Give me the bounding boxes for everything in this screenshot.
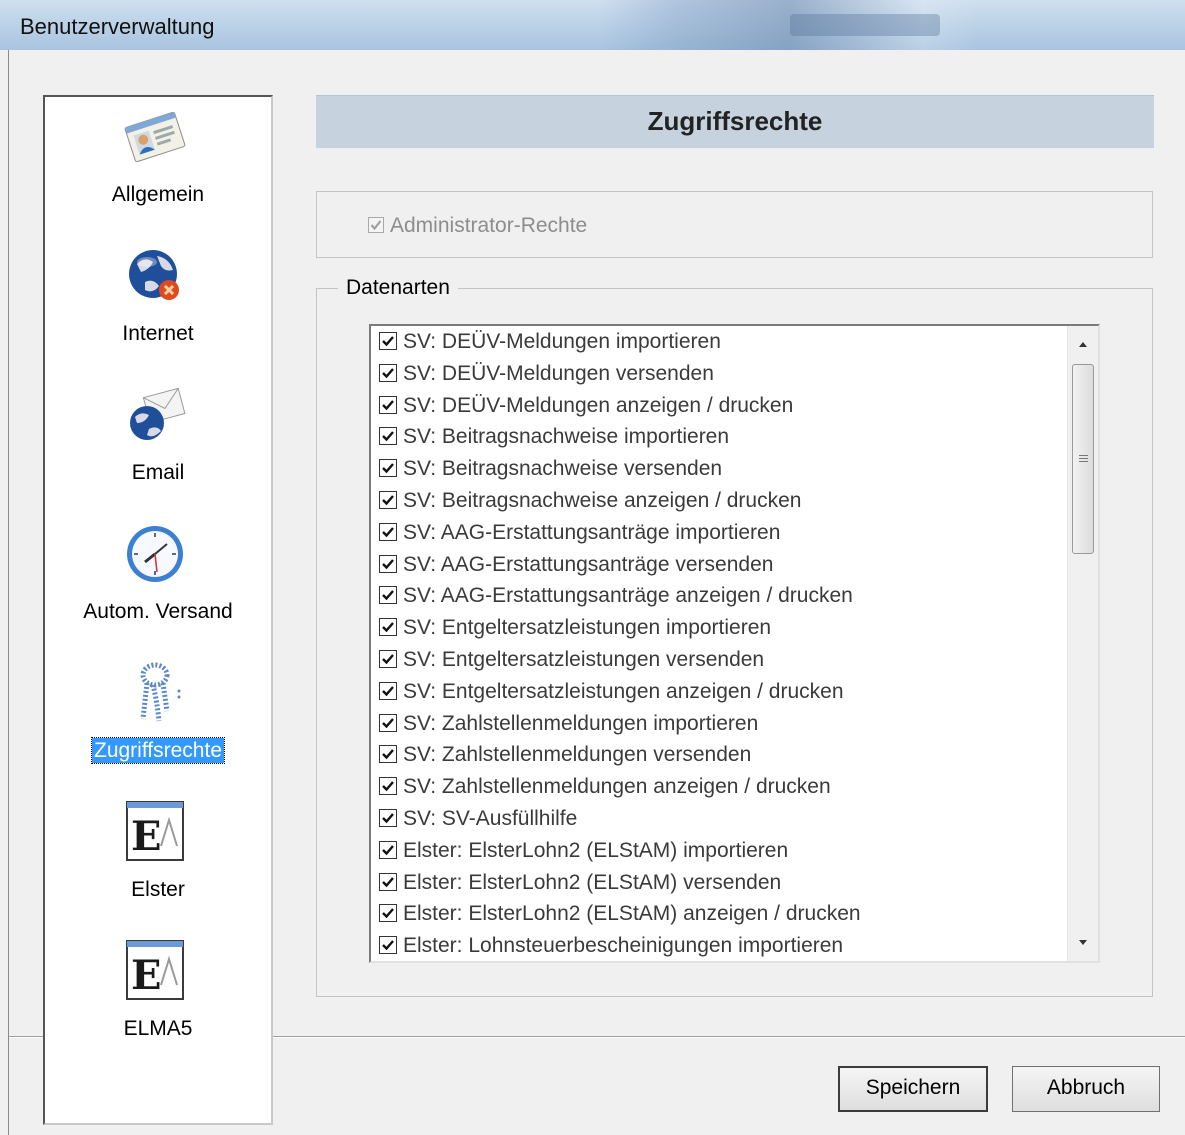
checkbox[interactable]	[379, 681, 397, 700]
checklist-item[interactable]: SV: AAG-Erstattungsanträge importieren	[379, 521, 780, 553]
vertical-scrollbar[interactable]	[1067, 326, 1098, 961]
group-label: Datenarten	[338, 276, 458, 300]
checklist-item[interactable]: Elster: Lohnsteuerbescheinigungen import…	[379, 934, 844, 961]
checkbox[interactable]	[379, 650, 397, 668]
elster-icon: E	[123, 939, 187, 1003]
checkbox[interactable]	[379, 840, 397, 859]
checkbox[interactable]	[379, 809, 397, 827]
checklist-item-label: SV: DEÜV-Meldungen importieren	[403, 330, 721, 353]
checklist-item[interactable]: SV: Zahlstellenmeldungen importieren	[379, 712, 758, 744]
cancel-button[interactable]: Abbruch	[1012, 1066, 1160, 1112]
checkbox[interactable]	[379, 586, 397, 605]
checkbox[interactable]	[379, 713, 397, 732]
checklist-item[interactable]: SV: Entgeltersatzleistungen importieren	[379, 616, 771, 648]
svg-text:E: E	[131, 952, 162, 999]
admin-rights-checkbox[interactable]: Administrator-Rechte	[368, 214, 587, 238]
checkbox[interactable]	[379, 554, 397, 573]
checkbox[interactable]	[368, 217, 384, 233]
svg-text:E: E	[131, 813, 162, 860]
checklist-item-label: SV: AAG-Erstattungsanträge versenden	[403, 552, 774, 576]
checklist-item-label: SV: AAG-Erstattungsanträge anzeigen / dr…	[403, 584, 853, 608]
elster-icon: E	[123, 800, 187, 864]
checklist-item[interactable]: SV: Beitragsnachweise anzeigen / drucken	[379, 489, 801, 521]
checkbox[interactable]	[379, 395, 397, 414]
checklist-item[interactable]: Elster: ElsterLohn2 (ELStAM) importieren	[379, 839, 788, 871]
checkbox[interactable]	[379, 936, 397, 955]
checklist-item[interactable]: SV: SV-Ausfüllhilfe	[379, 807, 577, 839]
checklist-item-label: SV: Zahlstellenmeldungen versenden	[403, 743, 752, 767]
sidebar-item-label: Autom. Versand	[83, 600, 233, 623]
save-button[interactable]: Speichern	[838, 1066, 988, 1112]
checklist-item[interactable]: SV: Zahlstellenmeldungen versenden	[379, 743, 751, 775]
checklist-item-label: SV: Beitragsnachweise importieren	[403, 425, 730, 449]
checklist-item[interactable]: SV: Entgeltersatzleistungen versenden	[379, 648, 764, 680]
checkbox[interactable]	[379, 522, 397, 541]
checklist-item[interactable]: Elster: ElsterLohn2 (ELStAM) anzeigen / …	[379, 902, 861, 934]
checklist-item-label: SV: Zahlstellenmeldungen importieren	[403, 711, 759, 735]
id-card-icon	[123, 105, 187, 169]
keys-icon	[123, 661, 187, 725]
checklist-item-label: SV: AAG-Erstattungsanträge importieren	[403, 520, 781, 544]
checklist-item[interactable]: SV: Zahlstellenmeldungen anzeigen / druc…	[379, 775, 831, 807]
sidebar-item-label: Elster	[131, 878, 185, 901]
checklist-item-label: SV: DEÜV-Meldungen anzeigen / drucken	[403, 393, 794, 417]
checkbox[interactable]	[379, 777, 397, 796]
checklist-item[interactable]: SV: DEÜV-Meldungen versenden	[379, 362, 714, 394]
checklist-item-label: Elster: Lohnsteuerbescheinigungen import…	[403, 934, 844, 958]
checklist-item[interactable]: Elster: ElsterLohn2 (ELStAM) versenden	[379, 871, 781, 903]
section-header: Zugriffsrechte	[316, 95, 1154, 149]
checklist-item-label: SV: DEÜV-Meldungen versenden	[403, 361, 714, 385]
envelope-globe-icon	[123, 383, 187, 447]
checklist-item[interactable]: SV: DEÜV-Meldungen importieren	[379, 330, 721, 362]
checkbox[interactable]	[379, 363, 397, 382]
checkbox[interactable]	[379, 427, 397, 446]
checkbox[interactable]	[379, 904, 397, 923]
sidebar-item-label: Email	[131, 461, 185, 484]
checklist-item[interactable]: SV: DEÜV-Meldungen anzeigen / drucken	[379, 394, 793, 426]
grip-line	[1079, 455, 1088, 456]
checklist-item-label: SV: Entgeltersatzleistungen importieren	[403, 616, 772, 640]
scroll-up-button[interactable]	[1068, 326, 1098, 360]
window-title: Benutzerverwaltung	[20, 14, 215, 39]
scroll-down-button[interactable]	[1068, 927, 1098, 961]
grip-line	[1079, 461, 1088, 462]
checklist-item-label: SV: Zahlstellenmeldungen anzeigen / druc…	[403, 775, 831, 799]
checkbox[interactable]	[379, 491, 397, 509]
title-bar[interactable]: Benutzerverwaltung	[0, 0, 1185, 50]
grip-line	[1079, 458, 1088, 459]
checkbox[interactable]	[379, 459, 397, 478]
sidebar: Allgemein Internet Email Autom. Versand …	[43, 95, 273, 1125]
sidebar-item-label: ELMA5	[123, 1017, 193, 1040]
checklist-item-label: Elster: ElsterLohn2 (ELStAM) versenden	[403, 870, 782, 894]
sidebar-item-label: Internet	[122, 322, 194, 345]
checklist-item[interactable]: SV: AAG-Erstattungsanträge versenden	[379, 553, 773, 585]
admin-rights-label: Administrator-Rechte	[390, 214, 588, 237]
checklist-item[interactable]: SV: AAG-Erstattungsanträge anzeigen / dr…	[379, 584, 853, 616]
background-blur-element	[790, 14, 940, 36]
checklist-item-label: Elster: ElsterLohn2 (ELStAM) anzeigen / …	[403, 902, 861, 926]
checkbox[interactable]	[379, 745, 397, 764]
checklist-item-label: SV: Entgeltersatzleistungen anzeigen / d…	[403, 679, 844, 703]
scroll-thumb[interactable]	[1072, 364, 1094, 554]
sidebar-item-label: Zugriffsrechte	[91, 737, 225, 764]
checklist-item-label: SV: Beitragsnachweise anzeigen / drucken	[403, 489, 802, 512]
page-title: Zugriffsrechte	[647, 106, 823, 136]
checklist-item[interactable]: SV: Beitragsnachweise importieren	[379, 425, 729, 457]
globe-icon	[123, 244, 187, 308]
clock-icon	[123, 522, 187, 586]
checkbox[interactable]	[379, 872, 397, 891]
datenarten-checklist[interactable]: SV: DEÜV-Meldungen importieren SV: DEÜV-M…	[369, 324, 1100, 963]
checklist-item[interactable]: SV: Beitragsnachweise versenden	[379, 457, 722, 489]
checklist-item[interactable]: SV: Entgeltersatzleistungen anzeigen / d…	[379, 680, 844, 712]
checklist-item-label: SV: Beitragsnachweise versenden	[403, 457, 723, 481]
checkbox[interactable]	[379, 618, 397, 637]
checklist-item-label: SV: SV-Ausfüllhilfe	[403, 807, 578, 830]
sidebar-item-label: Allgemein	[111, 183, 205, 206]
checklist-item-label: Elster: ElsterLohn2 (ELStAM) importieren	[403, 838, 789, 862]
checklist-item-label: SV: Entgeltersatzleistungen versenden	[403, 648, 765, 671]
checkbox[interactable]	[379, 332, 397, 350]
